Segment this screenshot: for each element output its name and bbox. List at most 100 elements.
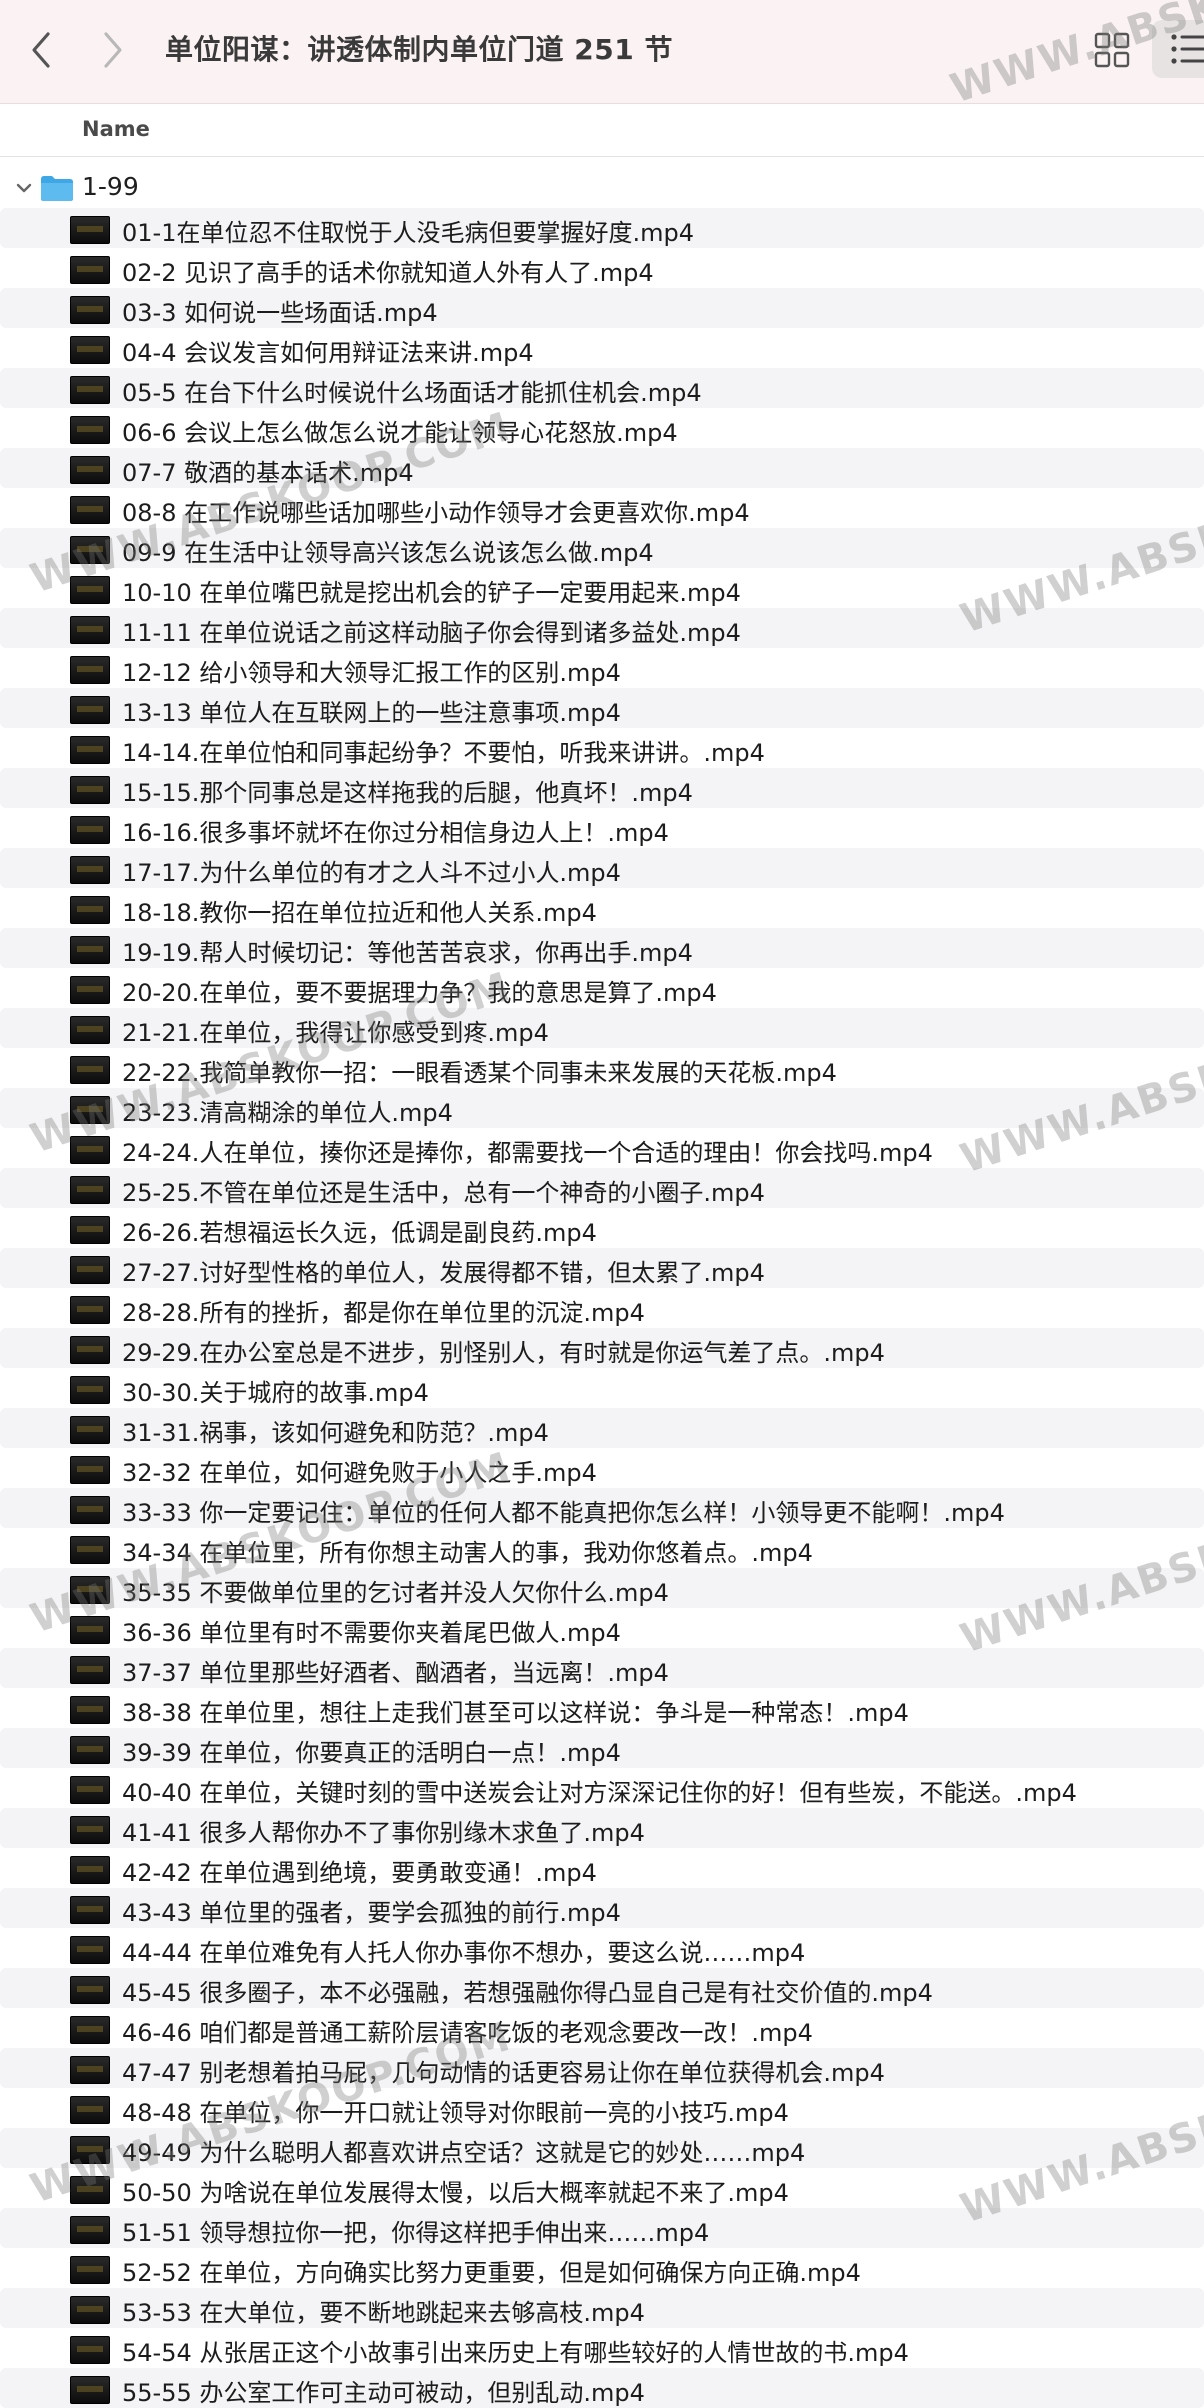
file-name: 17-17.为什么单位的有才之人斗不过小人.mp4 [122, 859, 621, 887]
video-file-icon [70, 1896, 110, 1924]
video-file-icon [70, 496, 110, 524]
file-row[interactable]: 21-21.在单位，我得让你感受到疼.mp4 [0, 1008, 1204, 1048]
file-row[interactable]: 42-42 在单位遇到绝境，要勇敢变通！.mp4 [0, 1848, 1204, 1888]
file-row[interactable]: 48-48 在单位，你一开口就让领导对你眼前一亮的小技巧.mp4 [0, 2088, 1204, 2128]
file-row[interactable]: 33-33 你一定要记住：单位的任何人都不能真把你怎么样！小领导更不能啊！.mp… [0, 1488, 1204, 1528]
file-row[interactable]: 39-39 在单位，你要真正的活明白一点！.mp4 [0, 1728, 1204, 1768]
file-name: 06-6 会议上怎么做怎么说才能让领导心花怒放.mp4 [122, 419, 678, 447]
folder-row[interactable]: 1-99 [0, 168, 1204, 208]
video-file-icon [70, 2136, 110, 2164]
file-row[interactable]: 20-20.在单位，要不要据理力争？我的意思是算了.mp4 [0, 968, 1204, 1008]
file-row[interactable]: 14-14.在单位怕和同事起纷争？不要怕，听我来讲讲。.mp4 [0, 728, 1204, 768]
back-button[interactable] [22, 24, 62, 76]
forward-button[interactable] [92, 24, 132, 76]
file-row[interactable]: 02-2 见识了高手的话术你就知道人外有人了.mp4 [0, 248, 1204, 288]
file-row[interactable]: 54-54 从张居正这个小故事引出来历史上有哪些较好的人情世故的书.mp4 [0, 2328, 1204, 2368]
file-row[interactable]: 25-25.不管在单位还是生活中，总有一个神奇的小圈子.mp4 [0, 1168, 1204, 1208]
video-file-icon [70, 1816, 110, 1844]
video-file-icon [70, 1456, 110, 1484]
file-row[interactable]: 23-23.清高糊涂的单位人.mp4 [0, 1088, 1204, 1128]
file-name: 29-29.在办公室总是不进步，别怪别人，有时就是你运气差了点。.mp4 [122, 1339, 885, 1367]
file-row[interactable]: 05-5 在台下什么时候说什么场面话才能抓住机会.mp4 [0, 368, 1204, 408]
file-row[interactable]: 36-36 单位里有时不需要你夹着尾巴做人.mp4 [0, 1608, 1204, 1648]
file-row[interactable]: 55-55 办公室工作可主动可被动，但别乱动.mp4 [0, 2368, 1204, 2408]
video-file-icon [70, 1696, 110, 1724]
file-name: 08-8 在工作说哪些话加哪些小动作领导才会更喜欢你.mp4 [122, 499, 750, 527]
video-file-icon [70, 2336, 110, 2364]
grid-view-icon [1094, 32, 1130, 68]
file-row[interactable]: 04-4 会议发言如何用辩证法来讲.mp4 [0, 328, 1204, 368]
file-row[interactable]: 44-44 在单位难免有人托人你办事你不想办，要这么说……mp4 [0, 1928, 1204, 1968]
file-name: 50-50 为啥说在单位发展得太慢，以后大概率就起不来了.mp4 [122, 2179, 789, 2207]
file-row[interactable]: 34-34 在单位里，所有你想主动害人的事，我劝你悠着点。.mp4 [0, 1528, 1204, 1568]
file-row[interactable]: 41-41 很多人帮你办不了事你别缘木求鱼了.mp4 [0, 1808, 1204, 1848]
file-row[interactable]: 43-43 单位里的强者，要学会孤独的前行.mp4 [0, 1888, 1204, 1928]
file-name: 33-33 你一定要记住：单位的任何人都不能真把你怎么样！小领导更不能啊！.mp… [122, 1499, 1005, 1527]
file-row[interactable]: 26-26.若想福运长久远，低调是副良药.mp4 [0, 1208, 1204, 1248]
video-file-icon [70, 1296, 110, 1324]
list-view-icon [1171, 34, 1204, 64]
video-file-icon [70, 1776, 110, 1804]
file-row[interactable]: 49-49 为什么聪明人都喜欢讲点空话？这就是它的妙处……mp4 [0, 2128, 1204, 2168]
file-row[interactable]: 28-28.所有的挫折，都是你在单位里的沉淀.mp4 [0, 1288, 1204, 1328]
file-row[interactable]: 32-32 在单位，如何避免败于小人之手.mp4 [0, 1448, 1204, 1488]
disclosure-triangle[interactable] [12, 176, 36, 200]
file-name: 16-16.很多事坏就坏在你过分相信身边人上！.mp4 [122, 819, 669, 847]
file-row[interactable]: 19-19.帮人时候切记：等他苦苦哀求，你再出手.mp4 [0, 928, 1204, 968]
file-row[interactable]: 22-22.我简单教你一招：一眼看透某个同事未来发展的天花板.mp4 [0, 1048, 1204, 1088]
file-row[interactable]: 35-35 不要做单位里的乞讨者并没人欠你什么.mp4 [0, 1568, 1204, 1608]
file-row[interactable]: 38-38 在单位里，想往上走我们甚至可以这样说：争斗是一种常态！.mp4 [0, 1688, 1204, 1728]
file-name: 45-45 很多圈子，本不必强融，若想强融你得凸显自己是有社交价值的.mp4 [122, 1979, 933, 2007]
chevron-left-icon [32, 32, 50, 68]
column-header-name[interactable]: Name [82, 117, 150, 141]
video-file-icon [70, 536, 110, 564]
file-name: 26-26.若想福运长久远，低调是副良药.mp4 [122, 1219, 597, 1247]
file-row[interactable]: 17-17.为什么单位的有才之人斗不过小人.mp4 [0, 848, 1204, 888]
file-row[interactable]: 07-7 敬酒的基本话术.mp4 [0, 448, 1204, 488]
file-row[interactable]: 11-11 在单位说话之前这样动脑子你会得到诸多益处.mp4 [0, 608, 1204, 648]
file-name: 11-11 在单位说话之前这样动脑子你会得到诸多益处.mp4 [122, 619, 741, 647]
video-file-icon [70, 1056, 110, 1084]
file-row[interactable]: 45-45 很多圈子，本不必强融，若想强融你得凸显自己是有社交价值的.mp4 [0, 1968, 1204, 2008]
file-name: 39-39 在单位，你要真正的活明白一点！.mp4 [122, 1739, 621, 1767]
list-view-button[interactable] [1152, 20, 1204, 78]
video-file-icon [70, 1616, 110, 1644]
file-row[interactable]: 30-30.关于城府的故事.mp4 [0, 1368, 1204, 1408]
file-row[interactable]: 51-51 领导想拉你一把，你得这样把手伸出来……mp4 [0, 2208, 1204, 2248]
file-row[interactable]: 08-8 在工作说哪些话加哪些小动作领导才会更喜欢你.mp4 [0, 488, 1204, 528]
file-row[interactable]: 12-12 给小领导和大领导汇报工作的区别.mp4 [0, 648, 1204, 688]
video-file-icon [70, 576, 110, 604]
file-row[interactable]: 16-16.很多事坏就坏在你过分相信身边人上！.mp4 [0, 808, 1204, 848]
file-row[interactable]: 18-18.教你一招在单位拉近和他人关系.mp4 [0, 888, 1204, 928]
video-file-icon [70, 1256, 110, 1284]
file-row[interactable]: 01-1在单位忍不住取悦于人没毛病但要掌握好度.mp4 [0, 208, 1204, 248]
file-row[interactable]: 52-52 在单位，方向确实比努力更重要，但是如何确保方向正确.mp4 [0, 2248, 1204, 2288]
file-row[interactable]: 03-3 如何说一些场面话.mp4 [0, 288, 1204, 328]
file-row[interactable]: 47-47 别老想着拍马屁，几句动情的话更容易让你在单位获得机会.mp4 [0, 2048, 1204, 2088]
grid-view-button[interactable] [1090, 28, 1134, 72]
file-row[interactable]: 06-6 会议上怎么做怎么说才能让领导心花怒放.mp4 [0, 408, 1204, 448]
video-file-icon [70, 2376, 110, 2404]
video-file-icon [70, 696, 110, 724]
file-name: 32-32 在单位，如何避免败于小人之手.mp4 [122, 1459, 597, 1487]
file-row[interactable]: 13-13 单位人在互联网上的一些注意事项.mp4 [0, 688, 1204, 728]
file-row[interactable]: 24-24.人在单位，揍你还是捧你，都需要找一个合适的理由！你会找吗.mp4 [0, 1128, 1204, 1168]
file-row[interactable]: 09-9 在生活中让领导高兴该怎么说该怎么做.mp4 [0, 528, 1204, 568]
video-file-icon [70, 1216, 110, 1244]
file-row[interactable]: 40-40 在单位，关键时刻的雪中送炭会让对方深深记住你的好！但有些炭，不能送。… [0, 1768, 1204, 1808]
file-row[interactable]: 15-15.那个同事总是这样拖我的后腿，他真坏！.mp4 [0, 768, 1204, 808]
file-name: 24-24.人在单位，揍你还是捧你，都需要找一个合适的理由！你会找吗.mp4 [122, 1139, 933, 1167]
file-row[interactable]: 37-37 单位里那些好酒者、酗酒者，当远离！.mp4 [0, 1648, 1204, 1688]
chevron-right-icon [104, 32, 122, 68]
file-row[interactable]: 50-50 为啥说在单位发展得太慢，以后大概率就起不来了.mp4 [0, 2168, 1204, 2208]
file-row[interactable]: 53-53 在大单位，要不断地跳起来去够高枝.mp4 [0, 2288, 1204, 2328]
file-row[interactable]: 27-27.讨好型性格的单位人，发展得都不错，但太累了.mp4 [0, 1248, 1204, 1288]
file-row[interactable]: 29-29.在办公室总是不进步，别怪别人，有时就是你运气差了点。.mp4 [0, 1328, 1204, 1368]
file-name: 27-27.讨好型性格的单位人，发展得都不错，但太累了.mp4 [122, 1259, 765, 1287]
file-row[interactable]: 10-10 在单位嘴巴就是挖出机会的铲子一定要用起来.mp4 [0, 568, 1204, 608]
video-file-icon [70, 416, 110, 444]
folder-icon [41, 176, 73, 201]
file-row[interactable]: 46-46 咱们都是普通工薪阶层请客吃饭的老观念要改一改！.mp4 [0, 2008, 1204, 2048]
file-row[interactable]: 31-31.祸事，该如何避免和防范？.mp4 [0, 1408, 1204, 1448]
video-file-icon [70, 1416, 110, 1444]
